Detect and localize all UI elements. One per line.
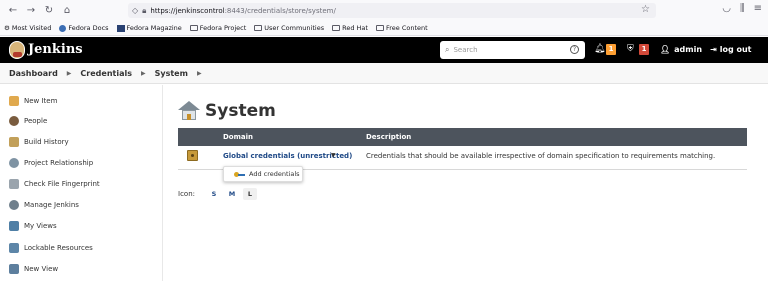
- user-menu[interactable]: 👤︎ admin: [660, 45, 702, 54]
- bookmark-red-hat[interactable]: Red Hat: [332, 24, 368, 32]
- back-icon[interactable]: ←: [4, 2, 22, 20]
- icon-size-medium[interactable]: M: [225, 188, 239, 200]
- fingerprint-icon: [9, 179, 19, 189]
- page-title-block: System: [178, 101, 276, 121]
- new-item-icon: [9, 96, 19, 106]
- bookmark-fedora-magazine[interactable]: Fedora Magazine: [116, 24, 182, 32]
- search-input[interactable]: [453, 46, 572, 54]
- bookmark-star-icon[interactable]: ☆: [641, 4, 650, 15]
- icon-size-selector: Icon: S M L: [178, 188, 257, 200]
- column-header-domain[interactable]: Domain: [223, 133, 253, 141]
- sidebar-item-build-history[interactable]: Build History: [9, 135, 69, 149]
- jenkins-logo-icon[interactable]: [9, 41, 25, 59]
- url-path: :8443/credentials/store/system/: [224, 6, 336, 15]
- bookmarks-bar: ⚙ Most Visited Fedora Docs Fedora Magazin…: [0, 21, 768, 36]
- sidebar-item-project-relationship[interactable]: Project Relationship: [9, 156, 93, 170]
- icon-size-label: Icon:: [178, 190, 195, 198]
- bookmark-fedora-docs[interactable]: Fedora Docs: [59, 24, 109, 32]
- forward-icon[interactable]: →: [22, 2, 40, 20]
- security-badge[interactable]: 1: [639, 44, 649, 55]
- domain-dropdown-menu[interactable]: Add credentials: [223, 166, 303, 182]
- add-credentials-menu-item[interactable]: Add credentials: [249, 170, 300, 178]
- url-bar[interactable]: ◇ 🔒︎ https://jenkinscontrol:8443/credent…: [128, 3, 656, 18]
- build-history-icon: [9, 137, 19, 147]
- credential-store-icon: [187, 150, 198, 161]
- breadcrumb: Dashboard ▶ Credentials ▶ System ▶: [0, 63, 768, 84]
- chevron-down-icon[interactable]: ▼: [331, 152, 336, 159]
- bookmark-free-content[interactable]: Free Content: [375, 24, 428, 32]
- breadcrumb-dashboard[interactable]: Dashboard: [9, 69, 58, 78]
- logout-link[interactable]: ⇥ log out: [710, 45, 751, 54]
- logout-icon: ⇥: [710, 45, 717, 54]
- bookmark-fedora-project[interactable]: Fedora Project: [189, 24, 246, 32]
- browser-toolbar: ← → ↻ ⌂ ◇ 🔒︎ https://jenkinscontrol:8443…: [0, 0, 768, 21]
- page-title: System: [205, 101, 276, 121]
- house-icon: [178, 101, 200, 121]
- lock-icon[interactable]: 🔒︎: [142, 6, 146, 16]
- magazine-icon: [116, 24, 125, 32]
- my-views-icon: [9, 221, 19, 231]
- sidebar-item-new-item[interactable]: New Item: [9, 94, 57, 108]
- icon-size-large[interactable]: L: [243, 188, 257, 200]
- bookmark-user-communities[interactable]: User Communities: [254, 24, 324, 32]
- folder-icon: [9, 264, 19, 274]
- gear-icon: ⚙: [4, 24, 10, 32]
- breadcrumb-credentials[interactable]: Credentials: [80, 69, 132, 78]
- chevron-right-icon[interactable]: ▶: [197, 70, 202, 77]
- notifications-badge[interactable]: 1: [606, 44, 616, 55]
- menu-icon[interactable]: ≡: [754, 3, 762, 14]
- key-icon: [234, 171, 245, 177]
- library-icon[interactable]: ⫼: [740, 3, 745, 14]
- pocket-icon[interactable]: ◡: [722, 3, 731, 14]
- folder-icon: [189, 25, 198, 31]
- bookmark-most-visited[interactable]: ⚙ Most Visited: [4, 24, 51, 32]
- sidebar-item-lockable-resources[interactable]: Lockable Resources: [9, 241, 93, 255]
- fedora-icon: [59, 24, 67, 32]
- lock-resource-icon: [9, 243, 19, 253]
- jenkins-header: Jenkins ⌕ ? 🔔︎ 1 ⛨ 1 👤︎ admin ⇥ log out: [0, 37, 768, 63]
- search-box[interactable]: ⌕ ?: [440, 41, 585, 59]
- search-icon: ⌕: [445, 45, 450, 54]
- reload-icon[interactable]: ↻: [40, 2, 58, 20]
- bell-icon[interactable]: 🔔︎: [594, 44, 605, 54]
- folder-icon: [332, 25, 341, 31]
- sidebar: New Item People Build History Project Re…: [0, 85, 163, 281]
- security-shield-icon[interactable]: ⛨: [627, 44, 634, 54]
- sidebar-item-people[interactable]: People: [9, 114, 47, 128]
- sidebar-item-check-file-fingerprint[interactable]: Check File Fingerprint: [9, 177, 100, 191]
- sidebar-item-new-view[interactable]: New View: [9, 262, 58, 276]
- folder-icon: [254, 25, 263, 31]
- domain-description: Credentials that should be available irr…: [366, 152, 716, 160]
- magnifier-icon: [9, 158, 19, 168]
- credentials-domain-table: Domain Description Global credentials (u…: [178, 128, 747, 170]
- app-title[interactable]: Jenkins: [28, 42, 83, 57]
- icon-size-small[interactable]: S: [207, 188, 221, 200]
- chevron-right-icon[interactable]: ▶: [141, 70, 146, 77]
- sidebar-item-my-views[interactable]: My Views: [9, 219, 57, 233]
- chevron-right-icon[interactable]: ▶: [67, 70, 72, 77]
- sidebar-item-manage-jenkins[interactable]: Manage Jenkins: [9, 198, 79, 212]
- shield-icon[interactable]: ◇: [132, 6, 138, 16]
- url-host: https://jenkinscontrol: [150, 6, 225, 15]
- home-icon[interactable]: ⌂: [58, 2, 76, 20]
- table-header: Domain Description: [178, 128, 747, 146]
- column-header-description[interactable]: Description: [366, 133, 411, 141]
- breadcrumb-system[interactable]: System: [155, 69, 188, 78]
- user-icon: 👤︎: [660, 45, 671, 54]
- folder-icon: [375, 25, 384, 31]
- people-icon: [9, 116, 19, 126]
- gear-icon: [9, 200, 19, 210]
- help-icon[interactable]: ?: [570, 45, 579, 54]
